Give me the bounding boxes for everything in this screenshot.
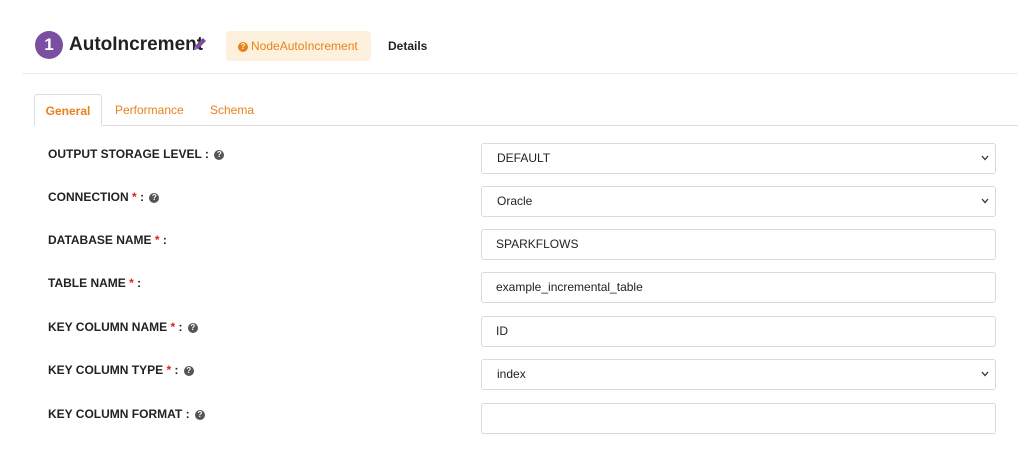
chevron-down-icon bbox=[981, 371, 989, 377]
node-class-badge[interactable]: ? NodeAutoIncrement bbox=[226, 31, 371, 61]
database-name-input[interactable]: SPARKFLOWS bbox=[481, 229, 996, 260]
table-name-input[interactable]: example_incremental_table bbox=[481, 272, 996, 303]
required-asterisk: * bbox=[170, 320, 176, 334]
chevron-down-icon bbox=[981, 198, 989, 204]
required-asterisk: * bbox=[166, 363, 172, 377]
key-column-format-label: KEY COLUMN FORMAT : ? bbox=[48, 406, 205, 422]
connection-select[interactable]: Oracle bbox=[481, 186, 996, 217]
key-column-name-input[interactable]: ID bbox=[481, 316, 996, 347]
question-circle-icon: ? bbox=[238, 42, 248, 52]
node-title: AutoIncrement bbox=[69, 34, 204, 55]
table-name-label: TABLE NAME * : bbox=[48, 276, 142, 290]
question-circle-icon[interactable]: ? bbox=[187, 323, 198, 333]
form-row-database-name: DATABASE NAME * : SPARKFLOWS bbox=[0, 229, 1018, 261]
form-row-connection: CONNECTION * : ? Oracle bbox=[0, 186, 1018, 218]
output-storage-level-label: OUTPUT STORAGE LEVEL : ? bbox=[48, 146, 225, 162]
form-row-key-column-type: KEY COLUMN TYPE * : ? index bbox=[0, 359, 1018, 391]
form-row-output-storage-level: OUTPUT STORAGE LEVEL : ? DEFAULT bbox=[0, 143, 1018, 175]
required-asterisk: * bbox=[129, 276, 134, 290]
tab-general[interactable]: General bbox=[34, 94, 102, 126]
connection-label: CONNECTION * : ? bbox=[48, 189, 160, 205]
question-circle-icon[interactable]: ? bbox=[194, 410, 205, 420]
form-row-key-column-name: KEY COLUMN NAME * : ? ID bbox=[0, 316, 1018, 348]
key-column-format-input[interactable] bbox=[481, 403, 996, 434]
header-divider bbox=[22, 73, 1018, 74]
required-asterisk: * bbox=[154, 233, 160, 247]
form-row-table-name: TABLE NAME * : example_incremental_table bbox=[0, 272, 1018, 304]
node-header: 1 AutoIncrement ? NodeAutoIncrement Detai… bbox=[0, 0, 1018, 74]
chevron-down-icon bbox=[981, 155, 989, 161]
node-class-label: NodeAutoIncrement bbox=[251, 39, 358, 53]
required-asterisk: * bbox=[132, 190, 137, 204]
tab-schema[interactable]: Schema bbox=[210, 94, 254, 126]
question-circle-icon[interactable]: ? bbox=[214, 150, 225, 160]
tab-divider bbox=[34, 125, 1018, 126]
form-row-key-column-format: KEY COLUMN FORMAT : ? bbox=[0, 403, 1018, 435]
question-circle-icon[interactable]: ? bbox=[149, 193, 160, 203]
database-name-label: DATABASE NAME * : bbox=[48, 233, 167, 247]
step-number-badge: 1 bbox=[35, 31, 63, 59]
question-circle-icon[interactable]: ? bbox=[183, 366, 194, 376]
output-storage-level-select[interactable]: DEFAULT bbox=[481, 143, 996, 174]
tab-performance[interactable]: Performance bbox=[115, 94, 184, 126]
details-link[interactable]: Details bbox=[388, 38, 427, 54]
key-column-type-label: KEY COLUMN TYPE * : ? bbox=[48, 362, 194, 378]
key-column-name-label: KEY COLUMN NAME * : ? bbox=[48, 319, 198, 335]
pencil-edit-icon[interactable] bbox=[192, 36, 208, 52]
key-column-type-select[interactable]: index bbox=[481, 359, 996, 390]
